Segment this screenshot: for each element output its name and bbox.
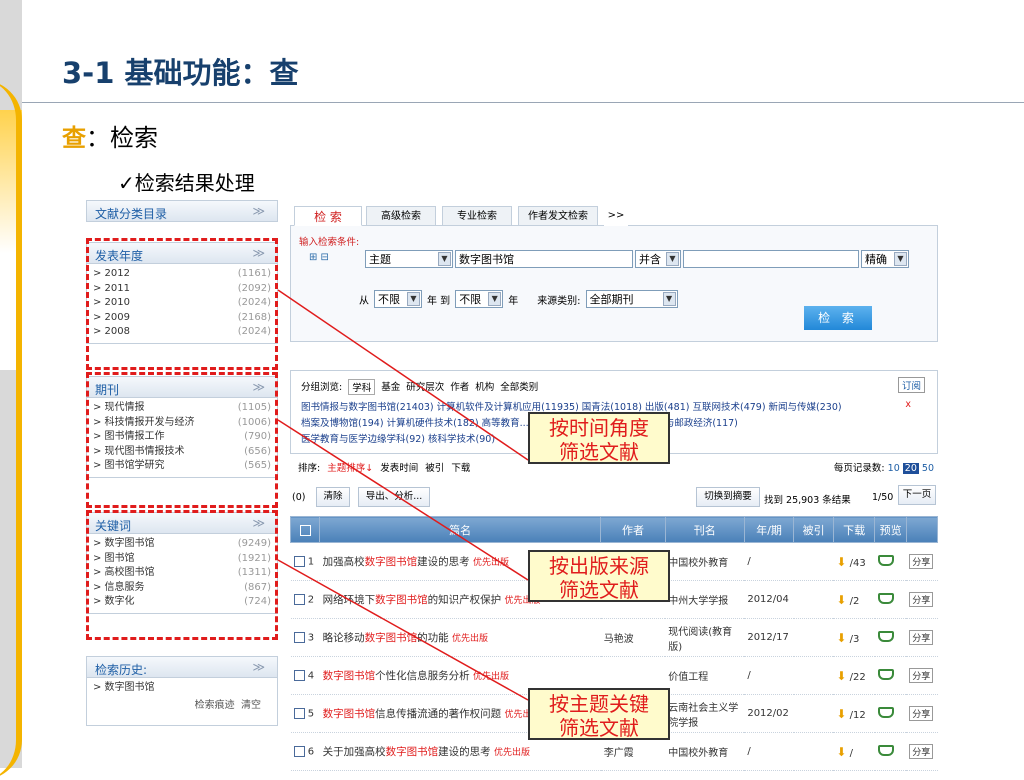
callout-source: 按出版来源 筛选文献 xyxy=(528,550,670,602)
callout-time: 按时间角度 筛选文献 xyxy=(528,412,670,464)
callout-topic: 按主题关键 筛选文献 xyxy=(528,688,670,740)
callout-connectors xyxy=(277,289,529,701)
